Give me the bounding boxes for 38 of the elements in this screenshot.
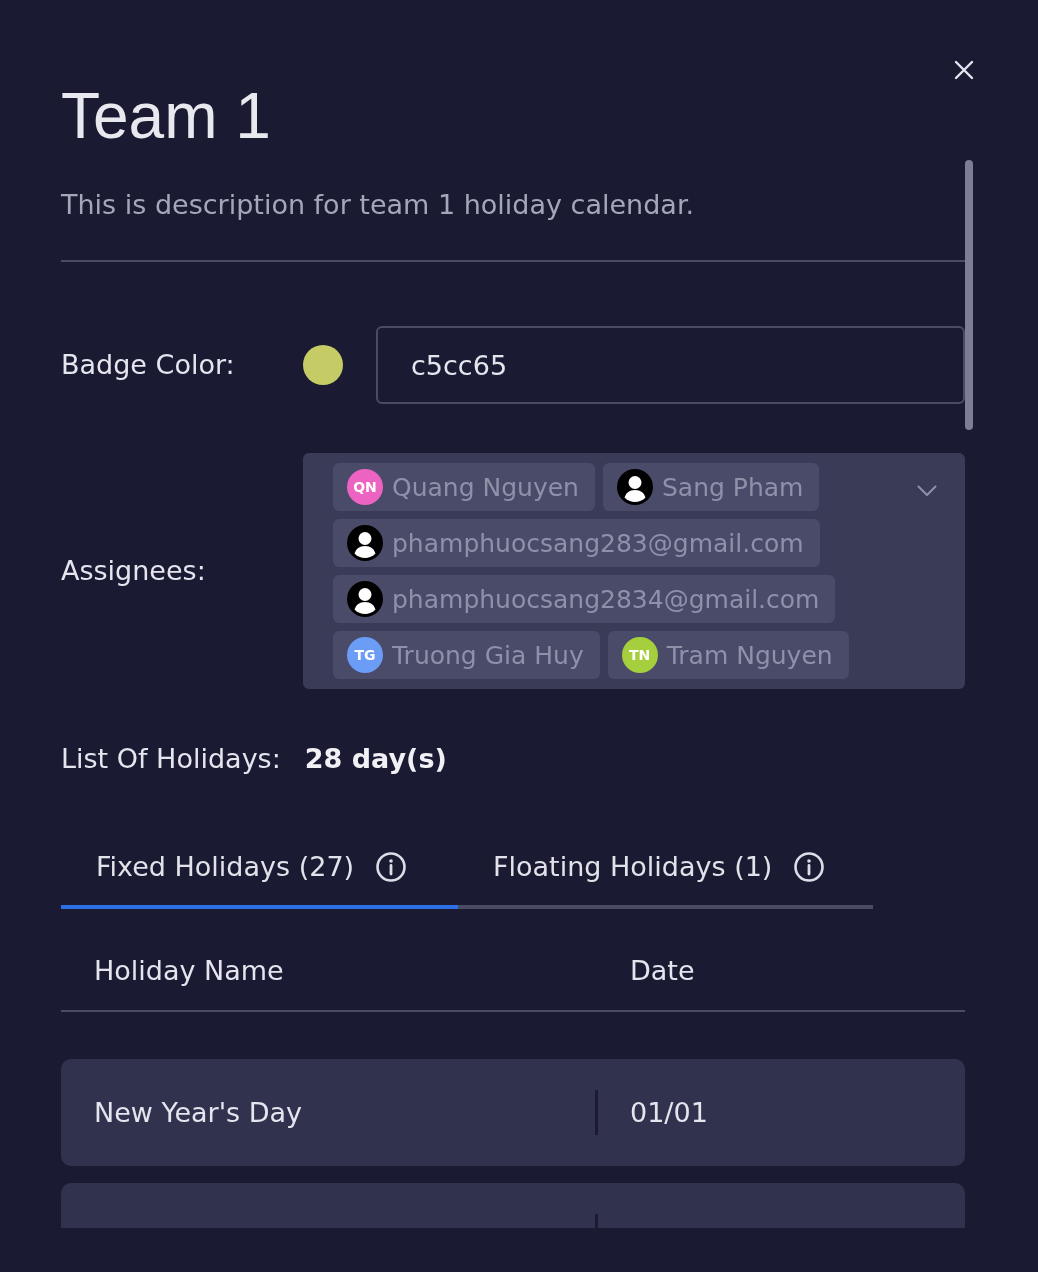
assignee-chip[interactable]: Sang Pham	[602, 463, 820, 511]
avatar: TG	[347, 637, 383, 673]
assignee-chip[interactable]: QN Quang Nguyen	[333, 463, 595, 511]
tab[interactable]: Fixed Holidays (27)	[61, 827, 458, 909]
scrollbar[interactable]	[965, 160, 973, 430]
table-cell-text: 01/01	[629, 1095, 709, 1130]
color-input[interactable]: c5cc65	[376, 326, 965, 404]
assignee-name: Tram Nguyen	[666, 640, 833, 670]
chevron-down-icon[interactable]	[917, 485, 937, 497]
column-header: Date	[629, 954, 696, 988]
info-icon[interactable]	[376, 852, 407, 882]
field-label: Assignees:	[61, 554, 207, 588]
assignee-name: phamphuocsang2834@gmail.com	[392, 584, 820, 614]
close-icon	[954, 60, 974, 80]
field-label: Badge Color:	[61, 348, 236, 382]
avatar: TN	[621, 637, 658, 673]
assignee-name: phamphuocsang283@gmail.com	[392, 528, 804, 558]
tab[interactable]: Floating Holidays (1)	[458, 827, 873, 909]
table-cell-text: New Year's Day	[93, 1095, 304, 1130]
description: This is description for team 1 holiday calendar.	[61, 188, 696, 222]
user-avatar-icon	[347, 581, 383, 617]
info-icon[interactable]	[794, 852, 825, 882]
assignee-chip[interactable]: phamphuocsang283@gmail.com	[333, 519, 820, 567]
assignee-chip[interactable]: phamphuocsang2834@gmail.com	[333, 575, 836, 623]
user-avatar-icon	[616, 469, 653, 505]
assignee-name: Sang Pham	[661, 472, 804, 502]
assignee-chip[interactable]: TN Tram Nguyen	[607, 631, 849, 679]
holidays-label: List Of Holidays:	[61, 742, 281, 776]
holiday-count: 28 day(s)	[304, 742, 447, 776]
assignee-chip[interactable]: TG Truong Gia Huy	[333, 631, 600, 679]
column-header: Holiday Name	[93, 954, 285, 988]
assignee-name: Truong Gia Huy	[392, 640, 584, 670]
avatar: QN	[347, 469, 383, 505]
assignee-select[interactable]: QN Quang Nguyen Sang Pham phamphuocsang283@gmail.com phamphuocsang2834@gmail.com TG Truong Gia Huy TN Tram Nguyen	[303, 453, 965, 689]
assignee-name: Quang Nguyen	[392, 472, 579, 502]
user-avatar-icon	[347, 525, 383, 561]
dialog-title: Team 1	[61, 80, 271, 152]
table-row[interactable]: New Year's Day 01/01	[61, 1059, 965, 1166]
